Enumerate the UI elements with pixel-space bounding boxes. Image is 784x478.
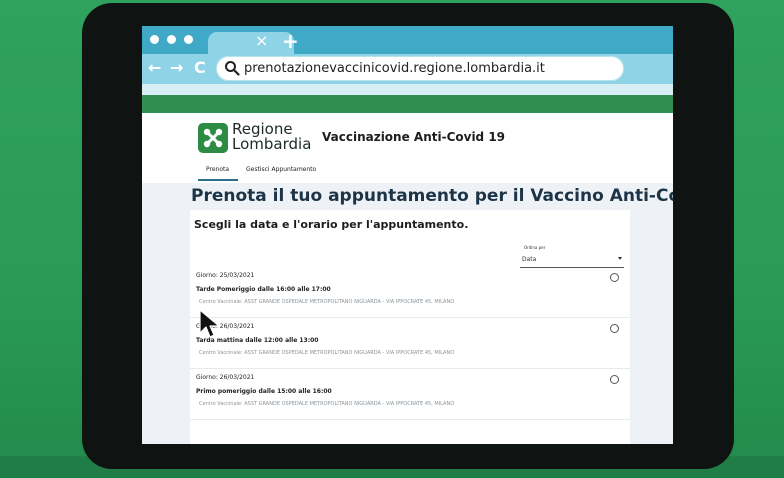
browser-tab-bar: × +: [142, 26, 673, 54]
back-arrow-icon[interactable]: ←: [148, 58, 161, 78]
site-top-strip: [142, 95, 673, 113]
active-tab-indicator: [198, 179, 238, 181]
slot-time: Tarde Pomeriggio dalle 16:00 alle 17:00: [196, 286, 331, 293]
logo-line-2: Lombardia: [232, 135, 312, 153]
card-subtitle: Scegli la data e l'orario per l'appuntam…: [194, 218, 469, 231]
slot-radio[interactable]: [610, 273, 619, 282]
mouse-pointer-icon: [199, 309, 220, 338]
toolbar-bottom-strip: [142, 84, 673, 95]
forward-arrow-icon[interactable]: →: [170, 58, 183, 78]
slot-center: Centro Vaccinale: ASST GRANDE OSPEDALE M…: [199, 401, 455, 407]
url-text: prenotazionevaccinicovid.regione.lombard…: [244, 61, 545, 76]
slot-day: Giorno: 26/03/2021: [196, 374, 255, 381]
site-header: Regione Lombardia Vaccinazione Anti-Covi…: [142, 113, 673, 183]
slot-row[interactable]: Giorno: 26/03/2021 Primo pomeriggio dall…: [190, 368, 630, 420]
slot-radio[interactable]: [610, 324, 619, 333]
site-title: Vaccinazione Anti-Covid 19: [322, 130, 506, 144]
tab-prenota[interactable]: Prenota: [206, 166, 229, 173]
slot-row[interactable]: Giorno: 25/03/2021 Tarde Pomeriggio dall…: [190, 266, 630, 318]
logo-wordmark: Regione Lombardia: [232, 122, 311, 152]
address-bar[interactable]: prenotazionevaccinicovid.regione.lombard…: [216, 56, 624, 81]
search-icon: [225, 61, 240, 76]
slot-time: Primo pomeriggio dalle 15:00 alle 16:00: [196, 388, 332, 395]
appointment-card: Scegli la data e l'orario per l'appuntam…: [190, 210, 630, 444]
regione-lombardia-logo-icon: [198, 123, 228, 153]
slot-row[interactable]: Giorno: 26/03/2021 Tarda mattina dalle 1…: [190, 317, 630, 369]
slot-day: Giorno: 25/03/2021: [196, 272, 255, 279]
close-tab-icon[interactable]: ×: [255, 31, 268, 51]
window-dot-3[interactable]: [184, 35, 193, 44]
window-dot-2[interactable]: [167, 35, 176, 44]
browser-window: × + ← → C prenotazionevaccinicovid.regio…: [142, 26, 673, 444]
sort-value: Data: [522, 256, 537, 263]
slot-center: Centro Vaccinale: ASST GRANDE OSPEDALE M…: [199, 350, 455, 356]
tab-gestisci-appuntamento[interactable]: Gestisci Appuntamento: [246, 166, 316, 173]
chevron-down-icon: [618, 257, 622, 260]
slot-radio[interactable]: [610, 375, 619, 384]
slot-center: Centro Vaccinale: ASST GRANDE OSPEDALE M…: [199, 299, 455, 305]
new-tab-icon[interactable]: +: [282, 30, 299, 52]
sort-label: Ordina per: [524, 245, 546, 250]
reload-icon[interactable]: C: [194, 58, 206, 78]
window-dot-1[interactable]: [150, 35, 159, 44]
page-title: Prenota il tuo appuntamento per il Vacci…: [191, 186, 673, 206]
